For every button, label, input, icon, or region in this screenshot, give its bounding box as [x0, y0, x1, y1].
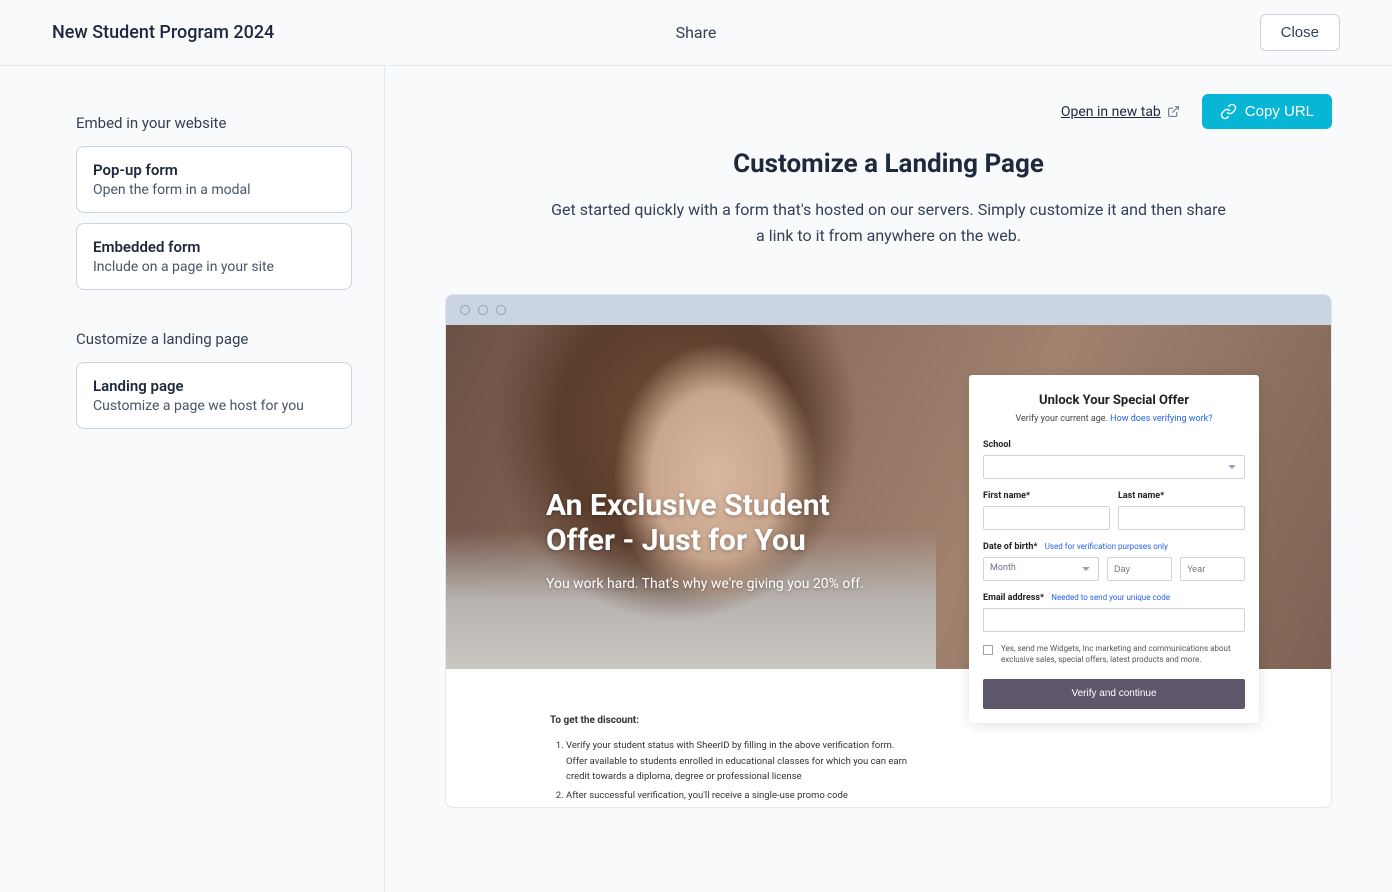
- preview-window: An Exclusive Student Offer - Just for Yo…: [445, 294, 1332, 808]
- last-name-label: Last name*: [1118, 491, 1245, 501]
- year-input[interactable]: [1180, 557, 1245, 581]
- form-sub-text: Verify your current age.: [1016, 414, 1111, 424]
- hero-title: An Exclusive Student Offer - Just for Yo…: [546, 489, 864, 558]
- hero-subtitle: You work hard. That's why we're giving y…: [546, 576, 864, 592]
- first-name-label: First name*: [983, 491, 1110, 501]
- month-select[interactable]: Month: [983, 557, 1099, 581]
- discount-steps-list: Verify your student status with SheerID …: [550, 738, 910, 803]
- sidebar-card-sub: Customize a page we host for you: [93, 398, 335, 414]
- form-title: Unlock Your Special Offer: [983, 393, 1245, 408]
- sidebar-card-sub: Open the form in a modal: [93, 182, 335, 198]
- content-actions: Open in new tab Copy URL: [445, 94, 1332, 129]
- hero-text: An Exclusive Student Offer - Just for Yo…: [546, 489, 864, 592]
- how-verifying-link[interactable]: How does verifying work?: [1110, 414, 1212, 424]
- form-field-last-name: Last name*: [1118, 491, 1245, 530]
- sidebar-card-title: Pop-up form: [93, 161, 335, 179]
- first-name-input[interactable]: [983, 506, 1110, 530]
- form-field-school: School: [983, 440, 1245, 479]
- content-subheading: Get started quickly with a form that's h…: [549, 197, 1229, 248]
- dob-label: Date of birth* Used for verification pur…: [983, 542, 1245, 552]
- form-row-name: First name* Last name*: [983, 491, 1245, 530]
- last-name-input[interactable]: [1118, 506, 1245, 530]
- email-label-text: Email address*: [983, 593, 1044, 603]
- form-field-dob: Date of birth* Used for verification pur…: [983, 542, 1245, 581]
- email-input[interactable]: [983, 608, 1245, 632]
- sidebar-card-title: Landing page: [93, 377, 335, 395]
- form-field-first-name: First name*: [983, 491, 1110, 530]
- sidebar-card-title: Embedded form: [93, 238, 335, 256]
- discount-step: Verify your student status with SheerID …: [566, 738, 910, 784]
- sidebar-card-popup-form[interactable]: Pop-up form Open the form in a modal: [76, 146, 352, 213]
- school-select[interactable]: [983, 455, 1245, 479]
- day-input[interactable]: [1107, 557, 1172, 581]
- copy-url-button[interactable]: Copy URL: [1202, 94, 1332, 129]
- main-layout: Embed in your website Pop-up form Open t…: [0, 66, 1392, 892]
- verify-continue-button[interactable]: Verify and continue: [983, 679, 1245, 709]
- chrome-dot-icon: [460, 305, 470, 315]
- page-title: New Student Program 2024: [52, 22, 274, 43]
- form-checkbox-row: Yes, send me Widgets, Inc marketing and …: [983, 644, 1245, 665]
- chrome-dot-icon: [478, 305, 488, 315]
- content-pane: Open in new tab Copy URL Customize a Lan…: [385, 66, 1392, 892]
- sidebar-section2-label: Customize a landing page: [76, 330, 352, 348]
- sidebar: Embed in your website Pop-up form Open t…: [0, 66, 385, 892]
- sidebar-card-sub: Include on a page in your site: [93, 259, 335, 275]
- discount-instructions: To get the discount: Verify your student…: [550, 679, 910, 807]
- external-link-icon: [1167, 105, 1180, 118]
- preview-body: An Exclusive Student Offer - Just for Yo…: [446, 325, 1331, 807]
- school-label: School: [983, 440, 1245, 450]
- link-icon: [1220, 103, 1237, 120]
- content-heading: Customize a Landing Page: [445, 149, 1332, 179]
- copy-url-text: Copy URL: [1245, 103, 1314, 120]
- form-subtitle: Verify your current age. How does verify…: [983, 414, 1245, 424]
- chrome-dot-icon: [496, 305, 506, 315]
- hero-title-line1: An Exclusive Student: [546, 488, 830, 523]
- sidebar-card-landing-page[interactable]: Landing page Customize a page we host fo…: [76, 362, 352, 429]
- discount-title: To get the discount:: [550, 715, 910, 726]
- email-hint: Needed to send your unique code: [1051, 593, 1170, 602]
- dob-label-text: Date of birth*: [983, 542, 1037, 552]
- marketing-checkbox[interactable]: [983, 645, 993, 655]
- top-bar: New Student Program 2024 Share Close: [0, 0, 1392, 66]
- preview-chrome-bar: [446, 295, 1331, 325]
- close-button[interactable]: Close: [1260, 14, 1340, 51]
- open-in-new-tab-text: Open in new tab: [1061, 104, 1161, 120]
- checkbox-label: Yes, send me Widgets, Inc marketing and …: [1001, 644, 1245, 665]
- email-label: Email address* Needed to send your uniqu…: [983, 593, 1245, 603]
- discount-step: After successful verification, you'll re…: [566, 788, 910, 803]
- preview-form-card: Unlock Your Special Offer Verify your cu…: [969, 375, 1259, 723]
- form-field-email: Email address* Needed to send your uniqu…: [983, 593, 1245, 632]
- top-bar-center-label: Share: [676, 23, 717, 42]
- hero-title-line2: Offer - Just for You: [546, 523, 806, 558]
- open-in-new-tab-link[interactable]: Open in new tab: [1061, 104, 1180, 120]
- sidebar-card-embedded-form[interactable]: Embedded form Include on a page in your …: [76, 223, 352, 290]
- sidebar-section1-label: Embed in your website: [76, 114, 352, 132]
- dob-hint: Used for verification purposes only: [1045, 542, 1168, 551]
